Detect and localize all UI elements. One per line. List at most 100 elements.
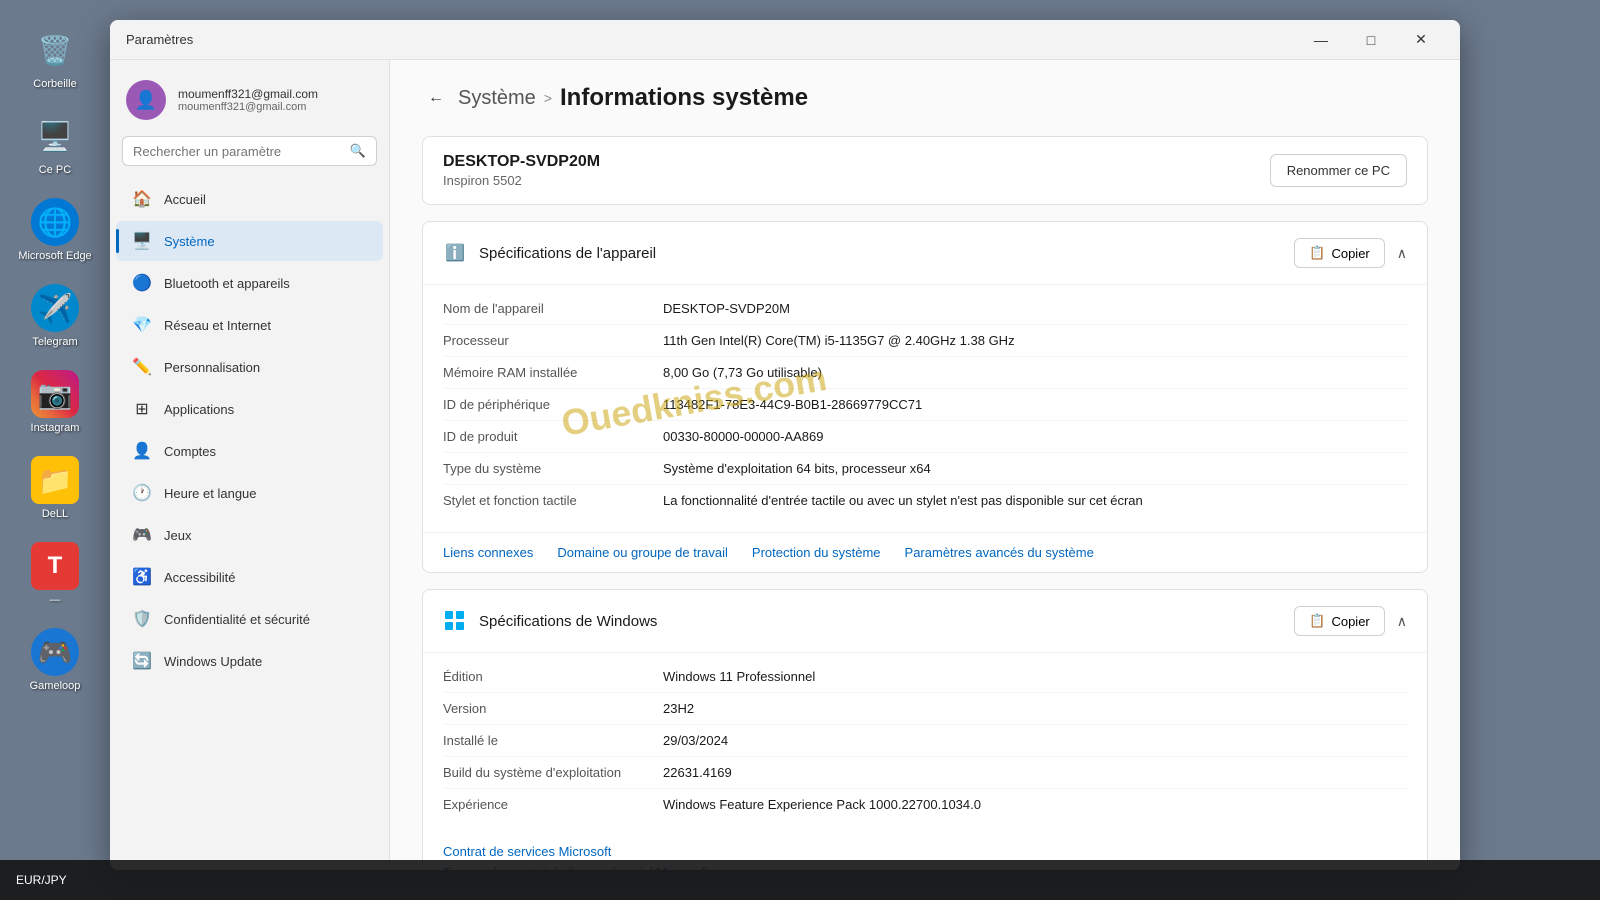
spec-label-ram: Mémoire RAM installée (443, 365, 663, 380)
windows-specs-title: Spécifications de Windows (479, 613, 657, 630)
windows-title-row: Spécifications de Windows (443, 609, 657, 633)
sidebar-item-applications[interactable]: ⊞ Applications (116, 389, 383, 429)
avatar: 👤 (126, 80, 166, 120)
corbeille-label: Corbeille (33, 78, 76, 90)
settings-window: Paramètres — □ ✕ 👤 moumenff321@gmail.com… (110, 20, 1460, 870)
home-icon: 🏠 (132, 189, 152, 209)
spec-label-id-periph: ID de périphérique (443, 397, 663, 412)
table-row: Édition Windows 11 Professionnel (443, 661, 1407, 693)
cepc-icon: 🖥️ (31, 112, 79, 160)
breadcrumb: ← Système > Informations système (422, 84, 1428, 112)
user-info: moumenff321@gmail.com moumenff321@gmail.… (178, 87, 318, 113)
pc-name: DESKTOP-SVDP20M (443, 153, 600, 171)
telegram-label: Telegram (32, 336, 77, 348)
win-value-experience: Windows Feature Experience Pack 1000.227… (663, 797, 1407, 812)
apps-icon: ⊞ (132, 399, 152, 419)
table-row: Type du système Système d'exploitation 6… (443, 453, 1407, 485)
device-specs-table: Nom de l'appareil DESKTOP-SVDP20M Proces… (423, 285, 1427, 532)
breadcrumb-parent[interactable]: Système (458, 87, 536, 110)
avatar-icon: 👤 (135, 90, 157, 111)
table-row: Mémoire RAM installée 8,00 Go (7,73 Go u… (443, 357, 1407, 389)
link-protection[interactable]: Protection du système (752, 545, 881, 560)
desktop-icon-telegram[interactable]: ✈️ Telegram (10, 278, 100, 354)
desktop-icon-corbeille[interactable]: 🗑️ Corbeille (10, 20, 100, 96)
spec-value-id-periph: 113482F1-78E3-44C9-B0B1-28669779CC71 (663, 397, 1407, 412)
copy-windows-icon: 📋 (1309, 613, 1325, 629)
sidebar-item-comptes[interactable]: 👤 Comptes (116, 431, 383, 471)
sidebar-item-personnalisation[interactable]: ✏️ Personnalisation (116, 347, 383, 387)
sidebar-item-heure[interactable]: 🕐 Heure et langue (116, 473, 383, 513)
desktop-icon-t[interactable]: T — (10, 536, 100, 612)
desktop-icon-dell[interactable]: 📁 DeLL (10, 450, 100, 526)
copy-label: Copier (1331, 246, 1369, 261)
desktop-icon-edge[interactable]: 🌐 Microsoft Edge (10, 192, 100, 268)
breadcrumb-separator: > (544, 90, 552, 106)
sidebar-item-reseau[interactable]: 💎 Réseau et Internet (116, 305, 383, 345)
sidebar-item-label-jeux: Jeux (164, 528, 191, 543)
sidebar-item-label-accueil: Accueil (164, 192, 206, 207)
spec-value-nom: DESKTOP-SVDP20M (663, 301, 1407, 316)
spec-label-stylet: Stylet et fonction tactile (443, 493, 663, 508)
win-label-edition: Édition (443, 669, 663, 684)
pc-model: Inspiron 5502 (443, 173, 600, 188)
instagram-icon: 📷 (31, 370, 79, 418)
spec-value-ram: 8,00 Go (7,73 Go utilisable) (663, 365, 1407, 380)
desktop-icon-cepc[interactable]: 🖥️ Ce PC (10, 106, 100, 182)
corbeille-icon: 🗑️ (31, 26, 79, 74)
copy-device-specs-button[interactable]: 📋 Copier (1294, 238, 1384, 268)
minimize-button[interactable]: — (1298, 24, 1344, 56)
sidebar-item-label-confidentialite: Confidentialité et sécurité (164, 612, 310, 627)
network-icon: 💎 (132, 315, 152, 335)
rename-pc-button[interactable]: Renommer ce PC (1270, 154, 1407, 187)
desktop-icon-gameloop[interactable]: 🎮 Gameloop (10, 622, 100, 698)
update-icon: 🔄 (132, 651, 152, 671)
device-specs-section: ℹ️ Spécifications de l'appareil 📋 Copier… (422, 221, 1428, 573)
title-bar: Paramètres — □ ✕ (110, 20, 1460, 60)
copy-windows-specs-button[interactable]: 📋 Copier (1294, 606, 1384, 636)
win-value-version: 23H2 (663, 701, 1407, 716)
sidebar-item-confidentialite[interactable]: 🛡️ Confidentialité et sécurité (116, 599, 383, 639)
sidebar-item-accessibilite[interactable]: ♿ Accessibilité (116, 557, 383, 597)
edge-icon: 🌐 (31, 198, 79, 246)
sidebar-item-jeux[interactable]: 🎮 Jeux (116, 515, 383, 555)
table-row: Version 23H2 (443, 693, 1407, 725)
sidebar-item-label-comptes: Comptes (164, 444, 216, 459)
accounts-icon: 👤 (132, 441, 152, 461)
sidebar-item-label-personnalisation: Personnalisation (164, 360, 260, 375)
spec-label-type: Type du système (443, 461, 663, 476)
spec-value-processeur: 11th Gen Intel(R) Core(TM) i5-1135G7 @ 2… (663, 333, 1407, 348)
link-domaine[interactable]: Domaine ou groupe de travail (557, 545, 728, 560)
desktop-icon-instagram[interactable]: 📷 Instagram (10, 364, 100, 440)
close-button[interactable]: ✕ (1398, 24, 1444, 56)
link-parametres-avances[interactable]: Paramètres avancés du système (905, 545, 1094, 560)
win-value-installed: 29/03/2024 (663, 733, 1407, 748)
windows-specs-section: Spécifications de Windows 📋 Copier ∧ Édi… (422, 589, 1428, 870)
user-section[interactable]: 👤 moumenff321@gmail.com moumenff321@gmai… (110, 72, 389, 136)
time-icon: 🕐 (132, 483, 152, 503)
info-icon: ℹ️ (443, 241, 467, 265)
sidebar-item-label-accessibilite: Accessibilité (164, 570, 236, 585)
search-input[interactable] (133, 144, 342, 159)
linked-items: Liens connexes Domaine ou groupe de trav… (423, 532, 1427, 572)
win-label-version: Version (443, 701, 663, 716)
sidebar-item-accueil[interactable]: 🏠 Accueil (116, 179, 383, 219)
win-value-build: 22631.4169 (663, 765, 1407, 780)
link-contrat-microsoft[interactable]: Contrat de services Microsoft (443, 844, 1407, 859)
main-content: ← Système > Informations système DESKTOP… (390, 60, 1460, 870)
search-box[interactable]: 🔍 (122, 136, 377, 166)
collapse-chevron[interactable]: ∧ (1397, 245, 1407, 262)
spec-label-nom: Nom de l'appareil (443, 301, 663, 316)
maximize-button[interactable]: □ (1348, 24, 1394, 56)
windows-collapse-chevron[interactable]: ∧ (1397, 613, 1407, 630)
back-button[interactable]: ← (422, 84, 450, 112)
sidebar-item-bluetooth[interactable]: 🔵 Bluetooth et appareils (116, 263, 383, 303)
sidebar-item-windows-update[interactable]: 🔄 Windows Update (116, 641, 383, 681)
system-icon: 🖥️ (132, 231, 152, 251)
edge-label: Microsoft Edge (18, 250, 91, 262)
bluetooth-icon: 🔵 (132, 273, 152, 293)
spec-value-id-produit: 00330-80000-00000-AA869 (663, 429, 1407, 444)
link-connexes[interactable]: Liens connexes (443, 545, 533, 560)
telegram-icon: ✈️ (31, 284, 79, 332)
sidebar-item-systeme[interactable]: 🖥️ Système (116, 221, 383, 261)
gameloop-label: Gameloop (30, 680, 81, 692)
